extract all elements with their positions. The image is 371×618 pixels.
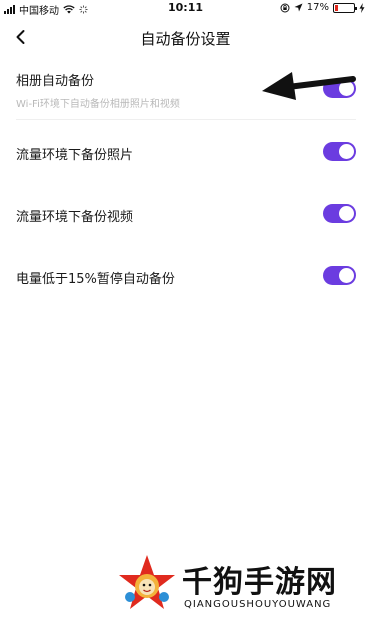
cellular-videos-toggle[interactable] [323, 204, 356, 223]
charging-bolt-icon [359, 2, 365, 13]
setting-row-low-battery-pause: 电量低于15%暂停自动备份 [16, 268, 356, 287]
setting-label: 流量环境下备份照片 [16, 148, 134, 163]
setting-label: 电量低于15%暂停自动备份 [16, 272, 175, 287]
setting-row-cellular-videos: 流量环境下备份视频 [16, 206, 356, 225]
status-right: 17% [280, 2, 365, 13]
setting-label: 流量环境下备份视频 [16, 210, 134, 225]
cellular-photos-toggle[interactable] [323, 142, 356, 161]
annotation-arrow-icon [262, 72, 356, 100]
divider [16, 119, 356, 120]
rotation-lock-icon [280, 3, 290, 12]
battery-icon [333, 2, 357, 13]
setting-row-cellular-photos: 流量环境下备份照片 [16, 144, 356, 163]
nav-bar: 自动备份设置 [0, 20, 371, 56]
battery-percent: 17% [306, 2, 329, 13]
watermark-brand-cn: 千狗手游网 [182, 565, 337, 600]
low-battery-pause-toggle[interactable] [323, 266, 356, 285]
monkey-star-logo-icon [119, 555, 175, 609]
status-bar: 中国移动 10:11 17% [0, 0, 371, 17]
page-title: 自动备份设置 [140, 30, 231, 48]
watermark-brand-en: QIANGOUSHOUYOUWANG [184, 599, 332, 610]
watermark: 千狗手游网 QIANGOUSHOUYOUWANG [116, 553, 366, 617]
location-arrow-icon [294, 3, 303, 12]
